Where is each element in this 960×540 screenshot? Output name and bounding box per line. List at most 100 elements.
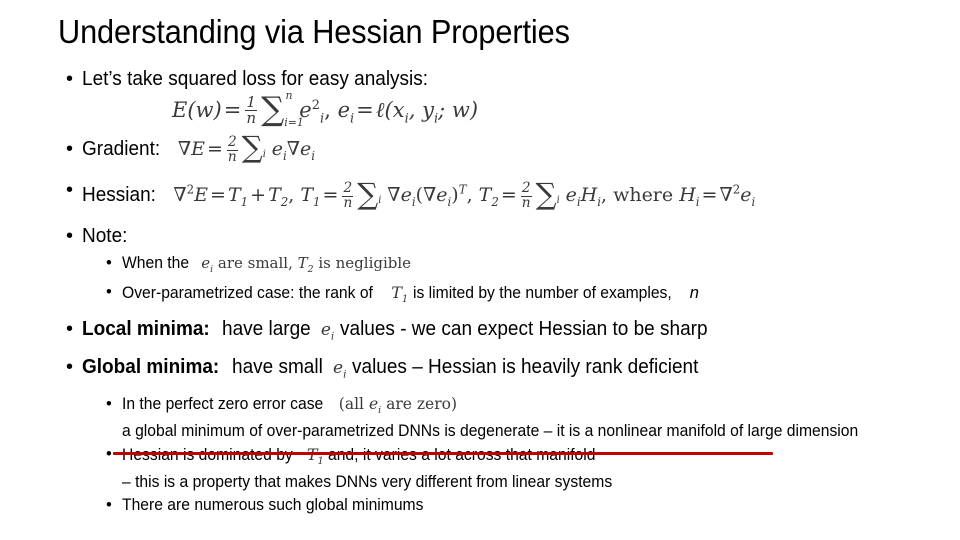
- math-e-square: 2: [311, 98, 321, 114]
- math-e-idx: i: [210, 264, 214, 276]
- math-nabla5: ∇: [719, 184, 733, 207]
- math-are-small: are small,: [217, 254, 293, 273]
- formula-squared-loss: E(w)= 1 n ∑ i=1 n e2i, ei=ℓ(xi, yi; w): [172, 89, 479, 129]
- local-minima-text-b: values - we can expect Hessian to be sha…: [339, 318, 708, 341]
- red-underline-highlight: [113, 452, 773, 455]
- math-e: e: [368, 395, 379, 414]
- page-title: Understanding via Hessian Properties: [58, 13, 570, 50]
- math-equals: =: [322, 184, 339, 207]
- math-frac-num: 2: [343, 180, 353, 197]
- math-nabla: ∇: [177, 138, 192, 161]
- math-sigma: ∑ i: [242, 133, 266, 164]
- math-e: e: [333, 357, 344, 378]
- math-sigma-b: ∑ i: [536, 179, 560, 211]
- sigma-upper: n: [285, 88, 293, 102]
- math-e6: e: [740, 184, 752, 207]
- math-frac-num: 2: [521, 180, 531, 197]
- math-E-grad: E: [191, 138, 205, 161]
- bullet-glyph: •: [106, 254, 112, 273]
- math-comma: ,: [288, 184, 295, 207]
- math-args-y: , y: [408, 98, 434, 123]
- bullet-glyph: •: [66, 225, 74, 248]
- math-w-paren: (w): [187, 98, 222, 123]
- math-T2: T: [297, 254, 308, 273]
- sigma-lower: i: [378, 195, 382, 207]
- sigma-lower: i=1: [284, 115, 304, 129]
- math-e: e: [400, 184, 412, 207]
- math-comma1: ,: [324, 98, 331, 123]
- math-T: T: [391, 283, 402, 303]
- math-sigma: ∑ i=1 n: [261, 89, 304, 129]
- math-e3-idx: i: [311, 149, 316, 164]
- math-T1-inline: T1: [386, 283, 408, 305]
- math-frac-den: n: [520, 195, 532, 212]
- math-all-e-zero: (all ei are zero): [334, 395, 458, 416]
- math-all-close: are zero): [386, 395, 458, 414]
- math-e4: e: [436, 184, 448, 207]
- dominated-text-c: – this is a property that makes DNNs ver…: [122, 473, 613, 492]
- bullet-glyph: •: [106, 496, 112, 515]
- math-paren-open: (: [415, 184, 423, 207]
- math-frac-den: n: [226, 148, 238, 165]
- global-minima-label: Global minima:: [82, 355, 220, 378]
- math-e: e: [271, 138, 283, 161]
- math-T2: T: [268, 184, 281, 207]
- zero-error-text-b: a global minimum of over-parametrized DN…: [122, 422, 859, 441]
- math-comma2: ,: [466, 184, 473, 207]
- slide-canvas: Understanding via Hessian Properties • L…: [0, 0, 960, 540]
- bullet-note: • Note:: [0, 223, 960, 249]
- math-e: e: [320, 320, 331, 341]
- bullet-hessian: • Hessian: ∇2E = T1 + T2, T1 = 2 n ∑ i ∇ei(∇ei)T, …: [0, 177, 960, 215]
- bullet-numerous-minimums: • There are numerous such global minimum…: [0, 495, 960, 516]
- sigma-lower: i: [262, 149, 266, 161]
- math-e5: e: [565, 184, 577, 207]
- formula-note-when: ei are small, T2 is negligible: [201, 254, 411, 276]
- math-e-idx: i: [330, 330, 335, 343]
- global-minima-text-a: have small: [232, 355, 323, 378]
- sigma-glyph: ∑: [535, 176, 557, 211]
- math-equals2: =: [356, 98, 374, 123]
- over-parametrized-n: n: [689, 284, 699, 303]
- bullet-glyph: •: [66, 138, 74, 160]
- bullet-glyph: •: [66, 68, 74, 90]
- bullet-global-minima: • Global minima: have small ei values – …: [0, 354, 960, 387]
- math-nabla3: ∇: [387, 184, 401, 207]
- math-frac-2-n: 2n: [226, 135, 238, 165]
- bullet-glyph: •: [106, 445, 112, 464]
- note-when-prefix: When the: [122, 254, 190, 273]
- math-equals: =: [210, 184, 226, 207]
- formula-gradient: ∇E = 2 n ∑ i ei∇ei: [177, 133, 316, 164]
- bullet-squared-loss: • Let’s take squared loss for easy analy…: [0, 66, 960, 92]
- sigma-glyph: ∑: [357, 176, 379, 211]
- math-equals: =: [206, 138, 223, 161]
- bullet-gradient: • Gradient: ∇E = 2 n ∑ i ei∇ei: [0, 133, 960, 169]
- over-parametrized-text-a: Over-parametrized case: the rank of: [122, 284, 373, 303]
- math-H2: H: [679, 184, 696, 207]
- math-frac-1-n: 1n: [245, 94, 258, 128]
- math-paren-close: ): [451, 184, 459, 207]
- math-args-w: ; w): [438, 98, 479, 123]
- bullet-local-minima: • Local minima: have large ei values - w…: [0, 316, 960, 349]
- math-e: e: [201, 254, 211, 273]
- sigma-glyph: ∑: [241, 130, 263, 165]
- hessian-label: Hessian:: [82, 184, 156, 207]
- zero-error-text-a: In the perfect zero error case: [122, 395, 324, 414]
- bullet-glyph: •: [106, 283, 112, 302]
- sigma-lower: i: [556, 195, 560, 207]
- math-frac-2-n-b: 2n: [520, 180, 532, 212]
- math-T1b: T: [300, 184, 314, 207]
- math-e-inline-local: ei: [315, 320, 335, 343]
- math-frac-den: n: [245, 109, 258, 128]
- math-T1: T: [227, 184, 241, 207]
- math-T2b-sub: 2: [491, 195, 499, 210]
- local-minima-text-a: have large: [222, 318, 311, 341]
- math-equals: =: [701, 184, 718, 207]
- math-comma3: ,: [600, 184, 608, 207]
- math-T-sub: 1: [317, 456, 324, 468]
- math-H2-idx: i: [695, 195, 700, 210]
- math-equals: =: [500, 184, 517, 207]
- bullet-glyph: •: [106, 395, 112, 414]
- math-sigma: ∑ i: [357, 179, 382, 211]
- math-frac-den: n: [342, 195, 354, 212]
- math-nabla2: ∇: [286, 138, 301, 161]
